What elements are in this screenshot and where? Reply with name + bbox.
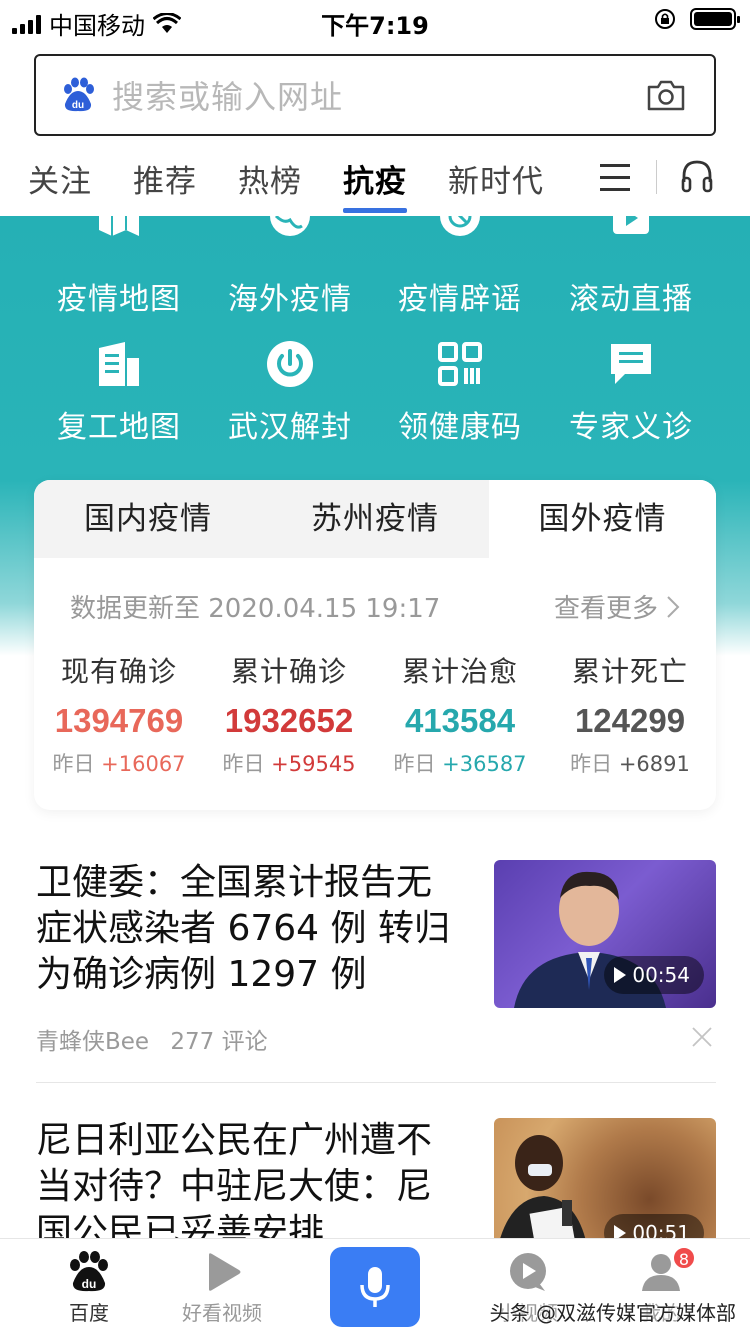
building-icon (99, 342, 139, 386)
divider (36, 1082, 716, 1083)
stat-value: 124299 (574, 702, 686, 739)
grid-item-rumor[interactable]: 疫情辟谣 (375, 216, 545, 318)
map-icon (99, 216, 139, 236)
qr-code-icon (438, 342, 482, 386)
stat-value: 1394769 (54, 702, 184, 739)
voice-search-button[interactable] (330, 1247, 420, 1327)
svg-text:du: du (72, 100, 84, 111)
nav-label: 百度 (69, 1301, 109, 1325)
tab-new-era[interactable]: 新时代 (448, 156, 544, 201)
stat-current-confirmed: 现有确诊 1394769 昨日 +16067 (34, 650, 204, 778)
grid-label: 疫情辟谣 (398, 282, 522, 317)
stat-delta: 昨日 +16067 (52, 752, 186, 776)
grid-item-wuhan-unlock[interactable]: 武汉解封 (205, 340, 375, 446)
chevron-right-icon (667, 595, 680, 618)
grid-label: 武汉解封 (228, 410, 352, 445)
news-title[interactable]: 卫健委：全国累计报告无症状感染者 6764 例 转归为确诊病例 1297 例 (36, 860, 466, 998)
divider (656, 160, 657, 194)
status-bar: 中国移动 下午7:19 (0, 0, 750, 42)
news-thumbnail[interactable]: 00:51 (494, 1118, 716, 1238)
notification-badge: 8 (672, 1246, 696, 1270)
short-video-icon (510, 1253, 546, 1291)
news-title[interactable]: 尼日利亚公民在广州遭不当对待？中驻尼大使：尼国公民已妥善安排 (36, 1118, 466, 1238)
grid-label: 疫情地图 (57, 282, 181, 317)
search-input[interactable]: 搜索或输入网址 (112, 72, 343, 118)
video-duration: 00:51 (604, 1214, 704, 1238)
stat-total-cured: 累计治愈 413584 昨日 +36587 (375, 650, 545, 778)
news-comments[interactable]: 277 评论 (170, 1029, 267, 1055)
tab-domestic[interactable]: 国内疫情 (34, 480, 262, 558)
news-meta: 青蜂侠Bee 277 评论 (36, 1022, 268, 1056)
status-right (654, 8, 740, 30)
grid-item-epidemic-map[interactable]: 疫情地图 (34, 216, 204, 318)
video-duration: 00:54 (604, 956, 704, 994)
tab-hot[interactable]: 热榜 (238, 156, 302, 201)
grid-item-health-code[interactable]: 领健康码 (375, 340, 545, 446)
camera-icon[interactable] (646, 78, 686, 112)
rumor-icon (440, 216, 480, 236)
stat-total-confirmed: 累计确诊 1932652 昨日 +59545 (204, 650, 374, 778)
tab-overseas[interactable]: 国外疫情 (489, 480, 716, 558)
stat-value: 413584 (404, 702, 516, 739)
microphone-icon (360, 1267, 390, 1307)
globe-icon (270, 216, 310, 236)
headphone-icon[interactable] (680, 158, 714, 194)
stat-delta: 昨日 +6891 (570, 752, 690, 776)
grid-label: 领健康码 (398, 410, 522, 445)
stat-delta: 昨日 +59545 (222, 752, 356, 776)
news-item[interactable]: 卫健委：全国累计报告无症状感染者 6764 例 转归为确诊病例 1297 例 0… (36, 860, 716, 1060)
card-tabs: 国内疫情 苏州疫情 国外疫情 (34, 480, 716, 558)
stat-delta: 昨日 +36587 (393, 752, 527, 776)
grid-item-resumption-map[interactable]: 复工地图 (34, 340, 204, 446)
stat-label: 累计治愈 (401, 655, 518, 688)
nav-baidu[interactable]: du 百度 (29, 1251, 149, 1326)
search-bar[interactable]: du 搜索或输入网址 (34, 54, 716, 136)
baidu-paw-icon: du (70, 1251, 108, 1292)
see-more-link[interactable]: 查看更多 (554, 588, 680, 625)
update-time: 数据更新至 2020.04.15 19:17 (70, 594, 441, 624)
grid-label: 复工地图 (57, 410, 181, 445)
grid-label: 滚动直播 (569, 282, 693, 317)
stat-label: 现有确诊 (60, 655, 177, 688)
play-icon (209, 1253, 241, 1291)
news-thumbnail[interactable]: 00:54 (494, 860, 716, 1008)
chat-icon (611, 344, 651, 384)
watermark: 头条 @双滋传媒官方媒体部 (489, 1301, 736, 1325)
stat-label: 累计死亡 (571, 655, 688, 688)
tab-follow[interactable]: 关注 (28, 156, 92, 201)
epidemic-stats-card: 国内疫情 苏州疫情 国外疫情 数据更新至 2020.04.15 19:17 查看… (34, 480, 716, 810)
active-tab-indicator (343, 208, 407, 213)
grid-label: 海外疫情 (228, 282, 352, 317)
grid-item-expert-consult[interactable]: 专家义诊 (546, 340, 716, 446)
stat-value: 1932652 (224, 702, 354, 739)
baidu-logo-icon: du (64, 77, 94, 112)
news-source[interactable]: 青蜂侠Bee (36, 1029, 149, 1055)
tab-suzhou[interactable]: 苏州疫情 (261, 480, 489, 558)
close-icon[interactable] (691, 1026, 713, 1048)
svg-text:du: du (82, 1277, 97, 1291)
power-icon (267, 341, 313, 387)
live-video-icon (613, 216, 649, 234)
stat-total-deaths: 累计死亡 124299 昨日 +6891 (545, 650, 715, 778)
grid-item-overseas[interactable]: 海外疫情 (205, 216, 375, 318)
news-item[interactable]: 尼日利亚公民在广州遭不当对待？中驻尼大使：尼国公民已妥善安排 00:51 (36, 1118, 716, 1238)
clock: 下午7:19 (321, 12, 429, 40)
nav-label: 好看视频 (182, 1301, 262, 1325)
grid-item-live[interactable]: 滚动直播 (546, 216, 716, 318)
menu-icon[interactable] (600, 164, 630, 194)
tab-anti-epidemic[interactable]: 抗疫 (343, 156, 407, 201)
nav-haokan-video[interactable]: 好看视频 (162, 1251, 282, 1326)
grid-label: 专家义诊 (569, 410, 693, 445)
stat-label: 累计确诊 (230, 655, 347, 688)
see-more-label: 查看更多 (553, 594, 658, 624)
channel-tabs: 关注 推荐 热榜 抗疫 新时代 (0, 150, 750, 216)
tab-recommend[interactable]: 推荐 (133, 156, 197, 201)
rotation-lock-icon (655, 9, 675, 29)
battery-icon (690, 8, 740, 30)
